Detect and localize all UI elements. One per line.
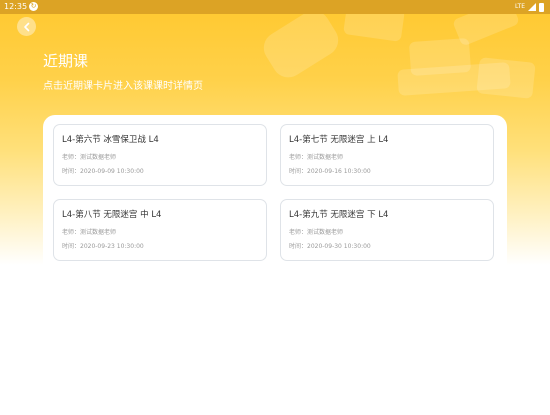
course-card[interactable]: L4-第九节 无限迷宫 下 L4 老师：测试数据老师 时间：2020-09-30… <box>280 199 494 261</box>
course-title: L4-第六节 冰雪保卫战 L4 <box>62 135 159 145</box>
sync-icon: ↻ <box>29 2 38 11</box>
status-indicators: LTE <box>515 1 544 13</box>
course-title: L4-第九节 无限迷宫 下 L4 <box>289 210 389 220</box>
course-title: L4-第七节 无限迷宫 上 L4 <box>289 135 389 145</box>
chevron-left-icon <box>23 22 29 31</box>
network-label: LTE <box>515 3 525 10</box>
course-teacher: 老师：测试数据老师 <box>62 154 117 161</box>
signal-icon <box>528 3 536 11</box>
course-card[interactable]: L4-第六节 冰雪保卫战 L4 老师：测试数据老师 时间：2020-09-09 … <box>53 124 267 186</box>
course-teacher: 老师：测试数据老师 <box>62 229 117 236</box>
course-title: L4-第八节 无限迷宫 中 L4 <box>62 210 162 220</box>
page-title: 近期课 <box>43 52 89 70</box>
decoration-shape <box>476 57 536 99</box>
decoration-shape <box>257 4 345 84</box>
course-time: 时间：2020-09-09 10:30:00 <box>62 168 144 175</box>
course-card[interactable]: L4-第八节 无限迷宫 中 L4 老师：测试数据老师 时间：2020-09-23… <box>53 199 267 261</box>
status-bar: 12:35 ↻ LTE <box>0 0 550 14</box>
battery-icon <box>539 2 544 12</box>
course-time: 时间：2020-09-23 10:30:00 <box>62 243 144 250</box>
back-button[interactable] <box>17 17 36 36</box>
course-card[interactable]: L4-第七节 无限迷宫 上 L4 老师：测试数据老师 时间：2020-09-16… <box>280 124 494 186</box>
course-teacher: 老师：测试数据老师 <box>289 154 344 161</box>
course-panel: L4-第六节 冰雪保卫战 L4 老师：测试数据老师 时间：2020-09-09 … <box>43 115 507 415</box>
page-subtitle: 点击近期课卡片进入该课课时详情页 <box>43 81 203 92</box>
course-time: 时间：2020-09-16 10:30:00 <box>289 168 371 175</box>
course-teacher: 老师：测试数据老师 <box>289 229 344 236</box>
course-time: 时间：2020-09-30 10:30:00 <box>289 243 371 250</box>
status-time: 12:35 <box>4 2 28 11</box>
